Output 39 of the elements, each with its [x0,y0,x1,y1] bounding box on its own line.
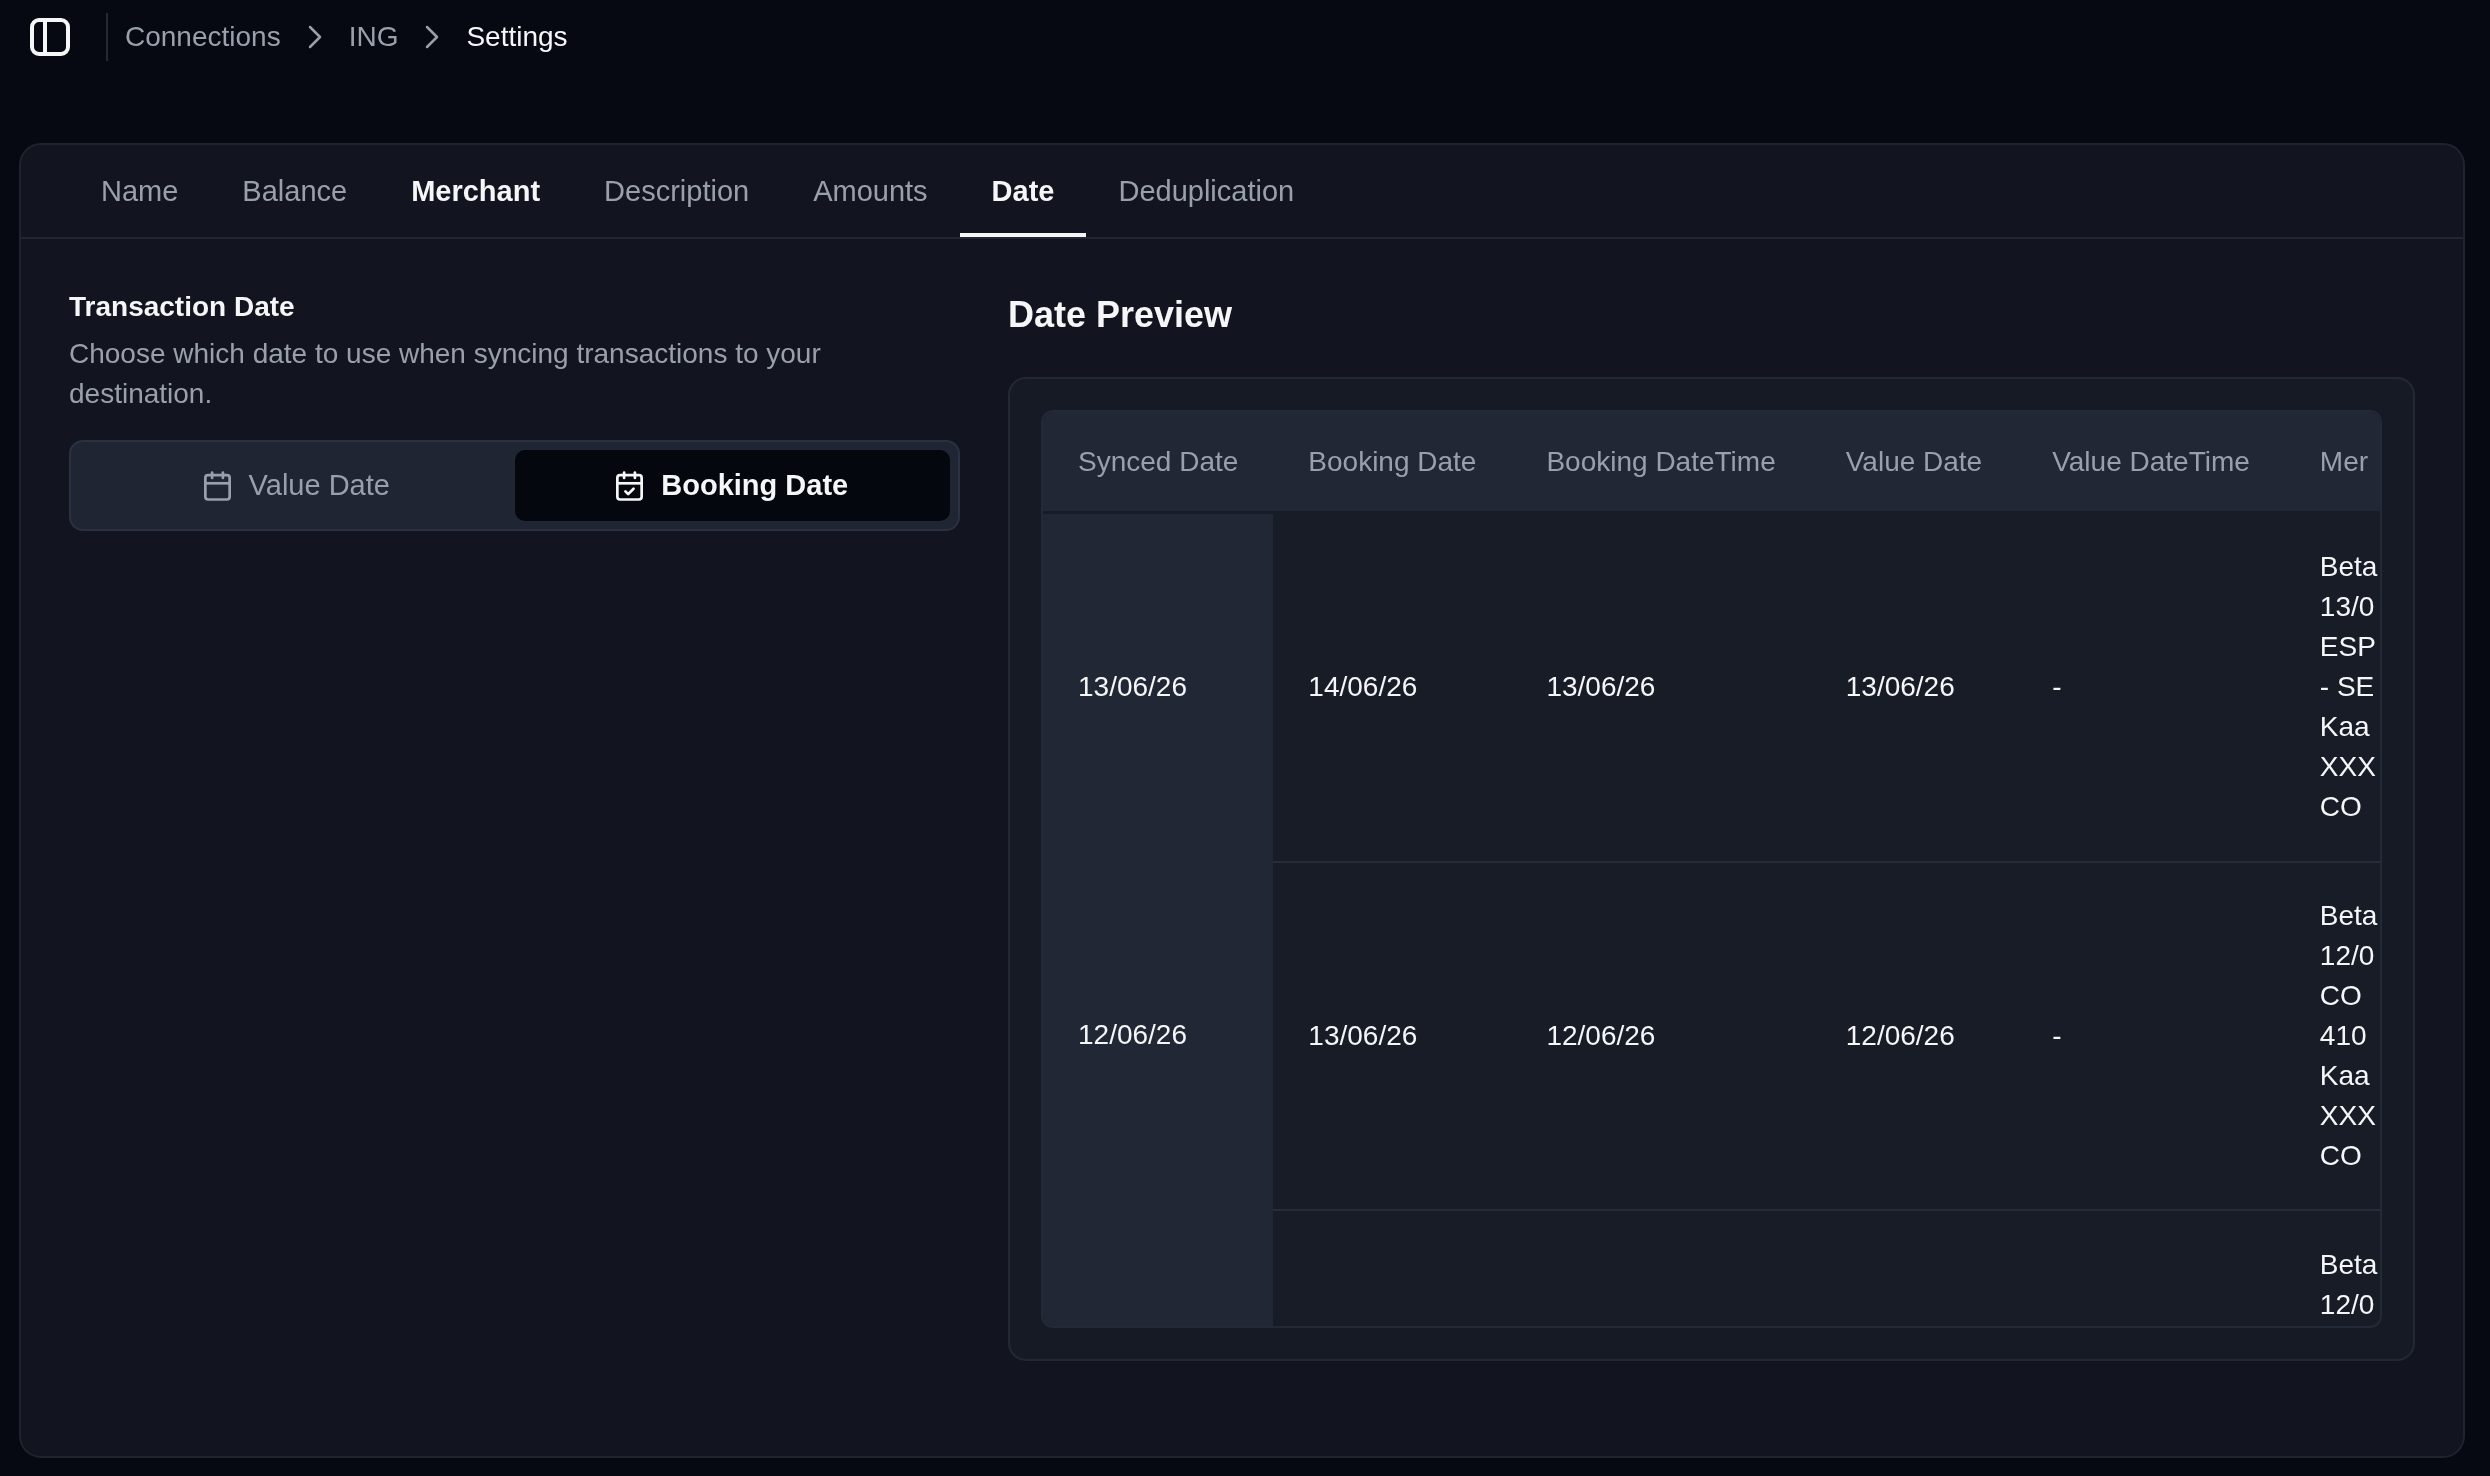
calendar-icon [203,470,231,501]
table-cell: 12/06/26 [1810,860,2018,1210]
table-cell-text: Beta 13/0 ESP - SE Kaa XXX CO [2318,550,2379,825]
tab[interactable]: Date [959,145,1087,237]
column-header: Value DateTime [2017,412,2285,511]
calendar-check-icon [616,470,644,501]
table-cell-text: 14/06/26 [1307,670,1419,705]
segment-option[interactable]: Booking Date [514,450,950,521]
tab[interactable]: Deduplication [1086,145,1327,237]
table-cell-text: 13/06/26 [1545,670,1657,705]
tab[interactable]: Balance [210,145,380,237]
table-cell: Beta 12/0 CO 410 Kaa XXX CO [2284,860,2380,1210]
section-description: Choose which date to use when syncing transactions to your destination. [69,337,822,411]
breadcrumb-item[interactable]: Connections [125,19,281,55]
column-header: Value Date [1810,412,2018,511]
segment-option[interactable]: Value Date [79,450,515,521]
column-header: Booking Date [1273,412,1512,511]
sidebar-icon[interactable] [30,18,70,56]
tab[interactable]: Name [69,145,211,237]
chevron-right-icon [307,25,322,49]
table-cell: 12/06/26 [1043,860,1274,1210]
breadcrumb-item[interactable]: ING [348,19,399,55]
table-cell: 12/06/26 [1511,860,1811,1210]
tab[interactable]: Merchant [379,145,573,237]
column-header: Booking DateTime [1511,412,1811,511]
table-cell: Beta 12/0 [2284,1209,2380,1326]
table-cell-text: - [2051,670,2063,705]
tab[interactable]: Amounts [781,145,960,237]
column-header: Synced Date [1043,412,1274,511]
chevron-right-icon [425,25,440,49]
tab[interactable]: Description [572,145,782,237]
section-title: Date Preview [1008,293,1234,337]
table-cell: 13/06/26 [1043,513,1274,861]
table-cell-text: 13/06/26 [1844,670,1956,705]
column-header: Mer [2284,412,2380,511]
section-title: Transaction Date [69,290,296,324]
breadcrumb-item: Settings [466,20,568,54]
table-cell: - [2017,860,2285,1210]
table-cell: 13/06/26 [1273,860,1512,1210]
